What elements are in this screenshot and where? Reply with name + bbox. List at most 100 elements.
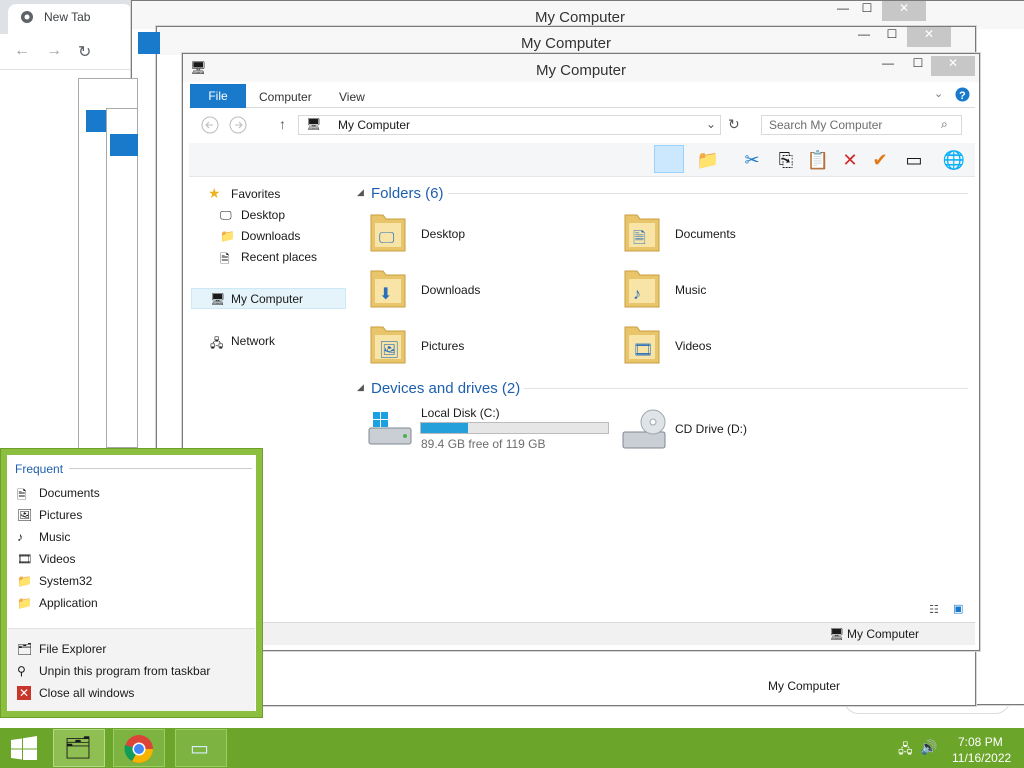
clock-date[interactable]: 11/16/2022 (952, 751, 1011, 765)
hard-drive-icon[interactable] (367, 410, 415, 450)
new-folder-icon[interactable]: 📁 (694, 147, 722, 173)
folder-label[interactable]: Pictures (421, 339, 464, 353)
address-location[interactable]: My Computer (338, 118, 410, 132)
recent-places-icon: 🗎 (220, 252, 230, 266)
task-icon: ⚲ (17, 664, 26, 678)
task-icon: 🗂 (17, 642, 33, 656)
jump-item[interactable]: Documents (39, 486, 100, 500)
copy-icon[interactable]: ⎘ (772, 147, 800, 173)
preview-pane-button[interactable] (654, 145, 684, 173)
jump-item-icon: 🖼 (17, 508, 33, 522)
group-divider (524, 388, 968, 389)
pictures-folder-icon[interactable]: 🖼 (368, 321, 408, 367)
folder-label[interactable]: Desktop (421, 227, 465, 241)
svg-text:🖵: 🖵 (379, 230, 395, 247)
nav-my-computer[interactable]: My Computer (231, 292, 303, 306)
jump-item[interactable]: Application (39, 596, 98, 610)
properties-check-icon[interactable]: ✔ (866, 147, 894, 173)
desktop-folder-icon[interactable]: 🖵 (368, 209, 408, 255)
minimize-button[interactable]: — (849, 27, 879, 47)
maximize-button[interactable]: ☐ (852, 1, 882, 21)
nav-desktop[interactable]: Desktop (241, 208, 285, 222)
maximize-button[interactable]: ☐ (903, 56, 933, 76)
svg-text:♪: ♪ (633, 286, 641, 303)
tab-computer[interactable]: Computer (259, 90, 312, 104)
jump-item[interactable]: Pictures (39, 508, 82, 522)
jump-task[interactable]: Close all windows (39, 686, 134, 700)
tab-file[interactable]: File (190, 84, 246, 108)
drive-d-name[interactable]: CD Drive (D:) (675, 422, 747, 436)
refresh-icon[interactable]: ↻ (728, 116, 740, 133)
app-window-icon: ▭ (190, 738, 209, 760)
chrome-back-icon[interactable]: ← (14, 42, 30, 60)
status-location: My Computer (847, 627, 920, 641)
address-dropdown-icon[interactable]: ⌄ (706, 117, 716, 131)
network-tray-icon[interactable]: 🖧 (898, 740, 913, 762)
jump-task[interactable]: File Explorer (39, 642, 106, 656)
details-view-icon[interactable]: ☷ (929, 603, 939, 616)
large-icons-view-icon[interactable]: ▣ (953, 602, 963, 615)
statusbar-computer-label: My Computer (768, 679, 841, 693)
globe-icon[interactable]: 🌐 (940, 147, 968, 173)
group-devices[interactable]: Devices and drives (2) (371, 380, 520, 397)
nav-favorites[interactable]: Favorites (231, 187, 280, 201)
collapse-icon[interactable]: ◢ (357, 187, 364, 198)
music-folder-icon[interactable]: ♪ (622, 265, 662, 311)
folder-label[interactable]: Documents (675, 227, 736, 241)
forward-icon[interactable] (229, 116, 247, 134)
videos-folder-icon[interactable]: 🎞 (622, 321, 662, 367)
minimize-button[interactable]: — (873, 56, 903, 76)
downloads-folder-icon[interactable]: ⬇ (368, 265, 408, 311)
maximize-button[interactable]: ☐ (877, 27, 907, 47)
file-explorer-icon: 🗂 (64, 735, 92, 760)
windows-start-icon[interactable] (10, 736, 38, 760)
documents-folder-icon[interactable]: 🗎 (622, 209, 662, 255)
search-input[interactable]: Search My Computer (761, 115, 962, 135)
cut-icon[interactable]: ✂ (738, 147, 766, 173)
file-tab-fragment (138, 32, 160, 54)
file-tab-fragment (110, 134, 138, 156)
close-button[interactable]: ✕ (907, 27, 951, 47)
jump-item[interactable]: System32 (39, 574, 92, 588)
cd-drive-icon[interactable] (621, 408, 669, 452)
chrome-forward-icon[interactable]: → (46, 42, 62, 60)
group-divider (448, 193, 968, 194)
chevron-down-icon[interactable]: ⌄ (934, 87, 943, 100)
tab-view[interactable]: View (339, 90, 365, 104)
nav-network[interactable]: Network (231, 334, 275, 348)
svg-text:🎞: 🎞 (633, 342, 653, 359)
jump-item[interactable]: Videos (39, 552, 75, 566)
chrome-reload-icon[interactable]: ↻ (78, 42, 91, 62)
help-icon[interactable]: ? (955, 87, 970, 102)
back-icon[interactable] (201, 116, 219, 134)
collapse-icon[interactable]: ◢ (357, 382, 364, 393)
jump-item[interactable]: Music (39, 530, 70, 544)
drive-c-free: 89.4 GB free of 119 GB (421, 437, 546, 451)
nav-downloads[interactable]: Downloads (241, 229, 300, 243)
up-icon[interactable]: ↑ (279, 116, 286, 132)
jump-item-icon: 📁 (17, 574, 32, 588)
delete-icon[interactable]: ✕ (836, 147, 864, 173)
search-icon[interactable]: ⌕ (941, 117, 948, 132)
network-icon: 🖧 (210, 336, 224, 350)
close-button[interactable]: ✕ (931, 56, 975, 76)
svg-text:🖼: 🖼 (379, 341, 399, 359)
folder-label[interactable]: Downloads (421, 283, 480, 297)
folder-label[interactable]: Videos (675, 339, 711, 353)
paste-icon[interactable]: 📋 (804, 147, 832, 173)
clock-time[interactable]: 7:08 PM (958, 735, 1003, 749)
chrome-tab-title: New Tab (44, 10, 91, 24)
nav-recent-places[interactable]: Recent places (241, 250, 317, 264)
rename-icon[interactable]: ▭ (900, 147, 928, 173)
star-icon: ★ (208, 185, 221, 201)
jump-task[interactable]: Unpin this program from taskbar (39, 664, 210, 678)
jump-divider (69, 468, 252, 469)
svg-text:🗎: 🗎 (633, 229, 646, 247)
close-button[interactable]: ✕ (882, 1, 926, 21)
folder-label[interactable]: Music (675, 283, 706, 297)
group-folders[interactable]: Folders (6) (371, 185, 444, 202)
volume-icon[interactable]: 🔊 (920, 739, 937, 756)
downloads-icon: 📁 (220, 229, 235, 243)
chrome-icon (124, 735, 153, 763)
drive-c-name[interactable]: Local Disk (C:) (421, 406, 500, 420)
